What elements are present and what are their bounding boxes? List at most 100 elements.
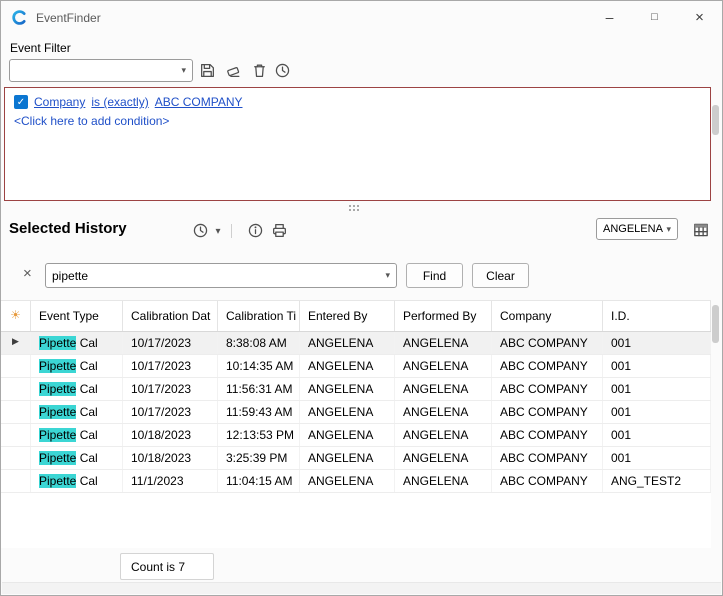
- row-indicator: [1, 447, 31, 469]
- delete-filter-button[interactable]: [250, 61, 268, 79]
- cell-performed-by: ANGELENA: [395, 424, 492, 446]
- cell-event-type: Pipette Cal: [31, 355, 123, 377]
- cell-id: 001: [603, 401, 711, 423]
- row-indicator: [1, 355, 31, 377]
- cell-entered-by: ANGELENA: [300, 447, 395, 469]
- cell-company: ABC COMPANY: [492, 378, 603, 400]
- save-filter-button[interactable]: [198, 61, 216, 79]
- window-title: EventFinder: [36, 11, 101, 25]
- column-header-entered-by[interactable]: Entered By: [300, 301, 395, 331]
- info-button[interactable]: [247, 222, 264, 239]
- current-row-arrow-icon: ▶: [12, 336, 19, 346]
- cell-calibration-date: 10/17/2023: [123, 332, 218, 354]
- cell-calibration-time: 11:04:15 AM: [218, 470, 300, 492]
- cell-calibration-date: 10/17/2023: [123, 401, 218, 423]
- cell-performed-by: ANGELENA: [395, 378, 492, 400]
- cell-performed-by: ANGELENA: [395, 447, 492, 469]
- grid-scrollbar[interactable]: [712, 303, 719, 581]
- cell-company: ABC COMPANY: [492, 424, 603, 446]
- search-combobox[interactable]: pipette ▾: [45, 263, 397, 288]
- filter-history-button[interactable]: [273, 61, 291, 79]
- cell-performed-by: ANGELENA: [395, 401, 492, 423]
- history-time-filter-button[interactable]: [192, 222, 209, 239]
- cell-id: ANG_TEST2: [603, 470, 711, 492]
- chevron-down-icon: ▾: [385, 270, 390, 281]
- cell-entered-by: ANGELENA: [300, 401, 395, 423]
- cell-id: 001: [603, 424, 711, 446]
- clock-icon: [274, 62, 291, 79]
- find-button[interactable]: Find: [406, 263, 463, 288]
- print-button[interactable]: [271, 222, 288, 239]
- cell-entered-by: ANGELENA: [300, 355, 395, 377]
- cell-company: ABC COMPANY: [492, 355, 603, 377]
- cell-event-type: Pipette Cal: [31, 332, 123, 354]
- cell-calibration-time: 11:56:31 AM: [218, 378, 300, 400]
- cell-performed-by: ANGELENA: [395, 355, 492, 377]
- row-indicator: [1, 424, 31, 446]
- table-row[interactable]: Pipette Cal 10/17/2023 11:56:31 AM ANGEL…: [1, 378, 711, 401]
- row-indicator: [1, 401, 31, 423]
- table-row[interactable]: Pipette Cal 10/18/2023 12:13:53 PM ANGEL…: [1, 424, 711, 447]
- event-filter-label: Event Filter: [10, 41, 71, 55]
- cell-company: ABC COMPANY: [492, 401, 603, 423]
- cell-performed-by: ANGELENA: [395, 332, 492, 354]
- column-header-calibration-time[interactable]: Calibration Ti: [218, 301, 300, 331]
- minimize-button[interactable]: –: [587, 1, 632, 33]
- printer-icon: [271, 222, 288, 239]
- app-logo-icon: [11, 9, 28, 26]
- table-icon: [692, 221, 710, 239]
- count-label: Count is 7: [131, 560, 185, 574]
- cell-calibration-time: 8:38:08 AM: [218, 332, 300, 354]
- column-header-calibration-date[interactable]: Calibration Dat: [123, 301, 218, 331]
- row-indicator: ▶: [1, 332, 31, 354]
- cell-calibration-date: 10/18/2023: [123, 424, 218, 446]
- cell-calibration-date: 11/1/2023: [123, 470, 218, 492]
- history-grid: ☀ Event Type Calibration Dat Calibration…: [1, 300, 711, 548]
- eraser-icon: [225, 62, 242, 79]
- cell-entered-by: ANGELENA: [300, 470, 395, 492]
- cell-performed-by: ANGELENA: [395, 470, 492, 492]
- table-row[interactable]: Pipette Cal 11/1/2023 11:04:15 AM ANGELE…: [1, 470, 711, 493]
- search-combobox-value: pipette: [52, 269, 88, 283]
- cell-event-type: Pipette Cal: [31, 424, 123, 446]
- condition-checkbox[interactable]: ✓: [14, 95, 28, 109]
- bottom-scrollbar-area: [2, 582, 721, 594]
- column-header-company[interactable]: Company: [492, 301, 603, 331]
- filter-panel-scrollbar[interactable]: [712, 89, 719, 201]
- filter-preset-combobox[interactable]: ▾: [9, 59, 193, 82]
- cell-calibration-time: 3:25:39 PM: [218, 447, 300, 469]
- check-icon: ✓: [17, 97, 25, 108]
- condition-field-link[interactable]: Company: [34, 95, 85, 109]
- maximize-button[interactable]: □: [632, 1, 677, 33]
- clear-filter-button[interactable]: [224, 61, 242, 79]
- cell-entered-by: ANGELENA: [300, 378, 395, 400]
- condition-value-link[interactable]: ABC COMPANY: [155, 95, 243, 109]
- grid-options-button[interactable]: ☀: [1, 301, 31, 331]
- splitter-handle[interactable]: [1, 204, 709, 214]
- user-combobox-value: ANGELENA: [603, 223, 663, 235]
- grid-layout-button[interactable]: [692, 221, 710, 239]
- search-close-button[interactable]: ×: [23, 265, 32, 282]
- table-row[interactable]: Pipette Cal 10/17/2023 11:59:43 AM ANGEL…: [1, 401, 711, 424]
- sun-icon: ☀: [10, 308, 21, 322]
- cell-event-type: Pipette Cal: [31, 378, 123, 400]
- close-button[interactable]: ×: [677, 1, 722, 33]
- eventfinder-window: EventFinder – □ × Event Filter ▾: [0, 0, 723, 596]
- column-header-performed-by[interactable]: Performed By: [395, 301, 492, 331]
- table-row[interactable]: Pipette Cal 10/17/2023 10:14:35 AM ANGEL…: [1, 355, 711, 378]
- history-time-filter-chevron[interactable]: ▾: [212, 224, 224, 238]
- table-row[interactable]: ▶ Pipette Cal 10/17/2023 8:38:08 AM ANGE…: [1, 332, 711, 355]
- cell-id: 001: [603, 355, 711, 377]
- user-combobox[interactable]: ANGELENA ▾: [596, 218, 678, 240]
- column-header-event-type[interactable]: Event Type: [31, 301, 123, 331]
- cell-calibration-date: 10/17/2023: [123, 355, 218, 377]
- column-header-id[interactable]: I.D.: [603, 301, 711, 331]
- caption-buttons: – □ ×: [587, 1, 722, 33]
- add-condition-link[interactable]: <Click here to add condition>: [14, 114, 701, 128]
- clear-button[interactable]: Clear: [472, 263, 529, 288]
- condition-operator-link[interactable]: is (exactly): [91, 95, 148, 109]
- filter-scrollbar-thumb[interactable]: [712, 105, 719, 135]
- grid-scrollbar-thumb[interactable]: [712, 305, 719, 343]
- selected-history-title: Selected History: [9, 220, 127, 237]
- table-row[interactable]: Pipette Cal 10/18/2023 3:25:39 PM ANGELE…: [1, 447, 711, 470]
